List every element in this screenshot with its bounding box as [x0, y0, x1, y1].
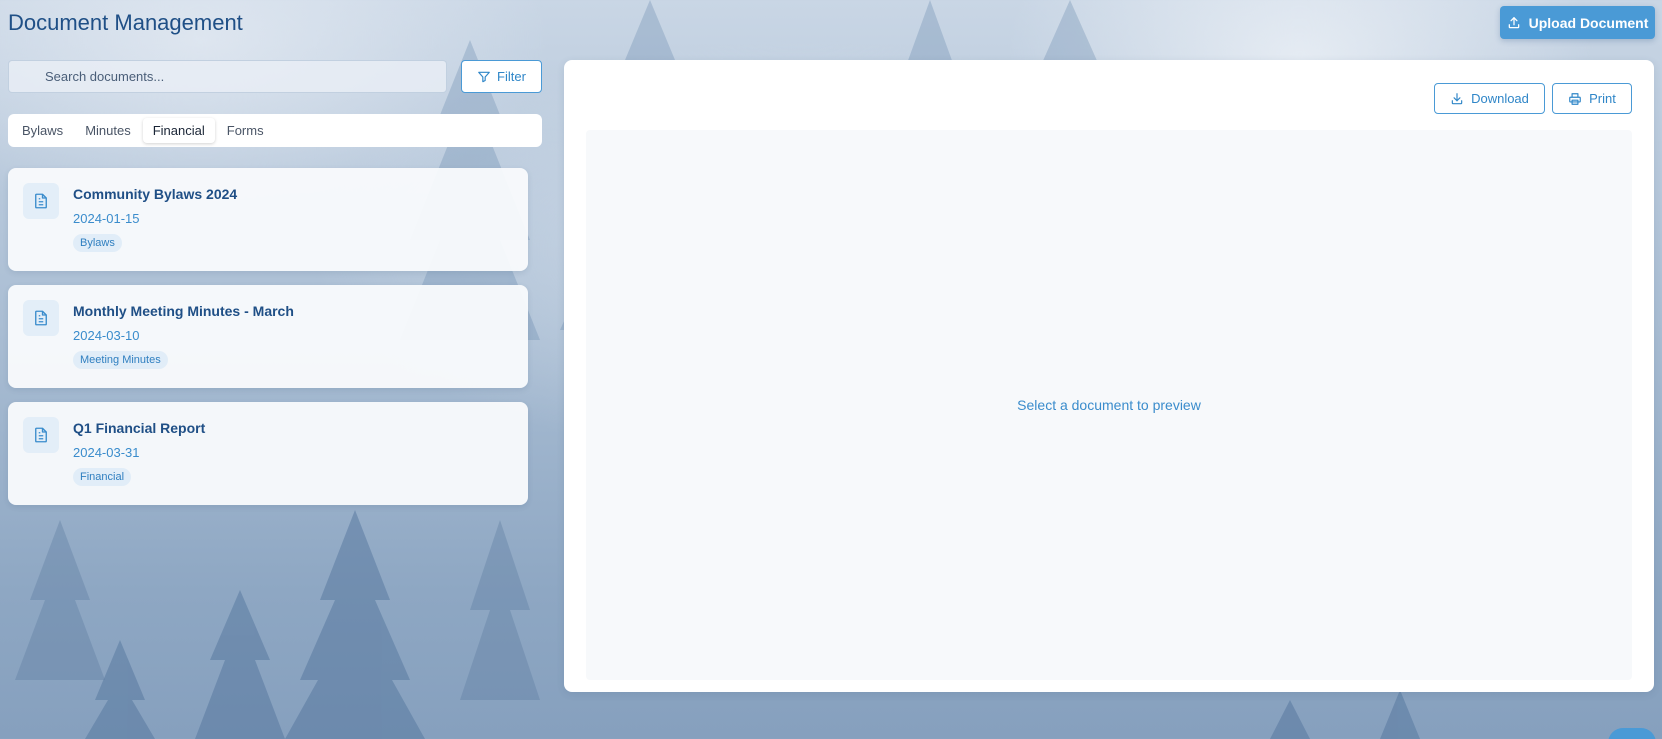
- tab-minutes[interactable]: Minutes: [75, 118, 141, 143]
- tab-forms[interactable]: Forms: [217, 118, 274, 143]
- search-input[interactable]: [9, 69, 446, 84]
- preview-empty-message: Select a document to preview: [1017, 397, 1201, 413]
- document-card[interactable]: Community Bylaws 2024 2024-01-15 Bylaws: [8, 168, 528, 271]
- print-label: Print: [1589, 91, 1616, 106]
- print-button[interactable]: Print: [1552, 83, 1632, 114]
- tab-bylaws[interactable]: Bylaws: [12, 118, 73, 143]
- document-title: Community Bylaws 2024: [73, 186, 238, 202]
- upload-document-button[interactable]: Upload Document: [1500, 6, 1655, 39]
- document-icon: [23, 183, 59, 219]
- upload-document-label: Upload Document: [1528, 14, 1649, 31]
- document-date: 2024-03-31: [73, 445, 140, 460]
- preview-panel: Download Print Select a document to prev…: [564, 60, 1654, 692]
- document-tag: Meeting Minutes: [73, 351, 168, 369]
- download-icon: [1451, 92, 1463, 104]
- filter-icon: [478, 71, 490, 82]
- document-tag: Bylaws: [73, 234, 122, 252]
- document-date: 2024-01-15: [73, 211, 140, 226]
- document-card[interactable]: Q1 Financial Report 2024-03-31 Financial: [8, 402, 528, 505]
- document-date: 2024-03-10: [73, 328, 140, 343]
- filter-button[interactable]: Filter: [461, 60, 542, 93]
- page-title: Document Management: [8, 10, 243, 35]
- document-card[interactable]: Monthly Meeting Minutes - March 2024-03-…: [8, 285, 528, 388]
- download-label: Download: [1471, 91, 1529, 106]
- chat-button[interactable]: [1608, 728, 1656, 739]
- preview-area: Select a document to preview: [586, 130, 1632, 680]
- search-box[interactable]: [8, 60, 447, 93]
- filter-label: Filter: [497, 69, 526, 84]
- document-title: Monthly Meeting Minutes - March: [73, 303, 294, 319]
- tab-financial[interactable]: Financial: [142, 118, 215, 143]
- category-tabs: Bylaws Minutes Financial Forms: [8, 114, 542, 147]
- document-icon: [23, 417, 59, 453]
- document-icon: [23, 300, 59, 336]
- document-tag: Financial: [73, 468, 132, 486]
- document-title: Q1 Financial Report: [73, 420, 206, 436]
- upload-icon: [1508, 16, 1519, 28]
- download-button[interactable]: Download: [1434, 83, 1545, 114]
- printer-icon: [1569, 92, 1581, 105]
